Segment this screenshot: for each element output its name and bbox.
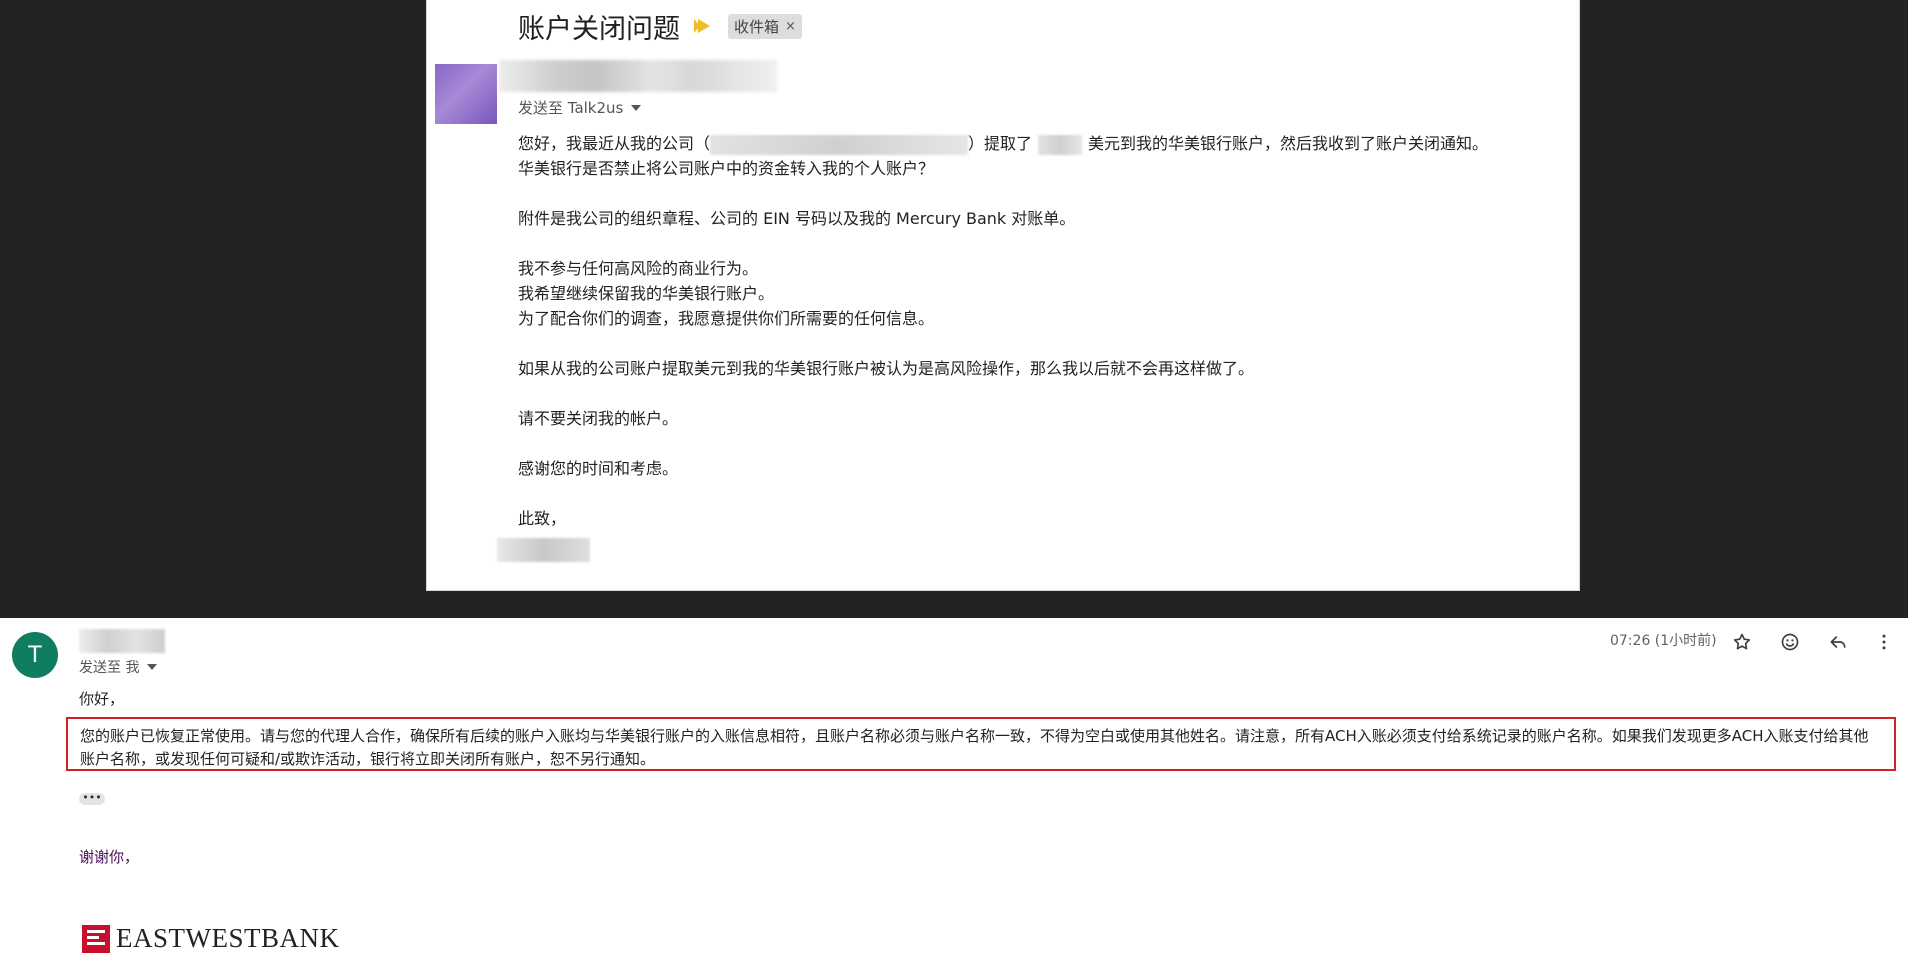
reply-greeting: 你好， xyxy=(79,690,125,708)
reply-closing: 谢谢你， xyxy=(79,848,140,866)
sender-avatar[interactable] xyxy=(435,64,497,124)
close-icon[interactable]: × xyxy=(785,19,796,34)
redacted-signature xyxy=(497,538,590,562)
redacted-sender-name xyxy=(79,629,165,653)
bank-logo-mark-icon xyxy=(82,924,110,953)
star-icon[interactable] xyxy=(1730,630,1754,654)
redacted-sender-name xyxy=(499,60,777,92)
original-email: 账户关闭问题 收件箱 × 发送至 Talk2us 您好，我最近从我的公司（ ）提取… xyxy=(427,0,1579,590)
recipient-label: 发送至 我 xyxy=(79,660,140,676)
more-vert-icon[interactable] xyxy=(1872,630,1896,654)
subject-row: 账户关闭问题 收件箱 × xyxy=(518,6,802,46)
highlighted-notice: 您的账户已恢复正常使用。请与您的代理人合作，确保所有后续的账户入账均与华美银行账… xyxy=(66,717,1896,771)
email-timestamp: 07:26 (1小时前) xyxy=(1610,633,1717,649)
body-paragraph-6: 感谢您的时间和考虑。 xyxy=(518,459,679,478)
emoji-icon[interactable] xyxy=(1778,630,1802,654)
body-paragraph-4: 如果从我的公司账户提取美元到我的华美银行账户被认为是高风险操作，那么我以后就不会… xyxy=(518,359,1255,378)
bank-logo: EASTWESTBANK xyxy=(82,923,340,954)
email-subject: 账户关闭问题 xyxy=(518,13,680,45)
email-body: 您好，我最近从我的公司（ ）提取了 美元到我的华美银行账户，然后我收到了账户关闭通知… xyxy=(518,131,1578,556)
body-paragraph-3: 我不参与任何高风险的商业行为。 我希望继续保留我的华美银行账户。 为了配合你们的… xyxy=(518,259,935,328)
label-text: 收件箱 xyxy=(734,17,780,36)
body-closing: 此致， xyxy=(518,509,567,528)
body-paragraph-5: 请不要关闭我的帐户。 xyxy=(518,409,679,428)
importance-marker-icon[interactable] xyxy=(694,19,710,33)
inbox-label-chip[interactable]: 收件箱 × xyxy=(728,13,802,39)
body-paragraph-1: 您好，我最近从我的公司（ ）提取了 美元到我的华美银行账户，然后我收到了账户关闭通知… xyxy=(518,134,1489,178)
recipient-dropdown[interactable]: 发送至 Talk2us xyxy=(518,97,642,118)
redacted-amount xyxy=(1038,134,1083,155)
sender-avatar[interactable]: T xyxy=(12,632,58,678)
redacted-company-name xyxy=(710,134,969,155)
chevron-down-icon xyxy=(631,104,642,111)
bank-name: EASTWESTBANK xyxy=(116,923,340,953)
recipient-dropdown[interactable]: 发送至 我 xyxy=(79,657,158,677)
show-trimmed-content-button[interactable]: ••• xyxy=(79,792,105,805)
recipient-label: 发送至 Talk2us xyxy=(518,99,624,117)
chevron-down-icon xyxy=(147,664,158,670)
reply-email: T 发送至 我 07:26 (1小时前) 你好， 您的账户已恢复正常使用。请与您… xyxy=(0,618,1908,958)
body-paragraph-2: 附件是我公司的组织章程、公司的 EIN 号码以及我的 Mercury Bank … xyxy=(518,209,1076,228)
reply-icon[interactable] xyxy=(1826,630,1850,654)
